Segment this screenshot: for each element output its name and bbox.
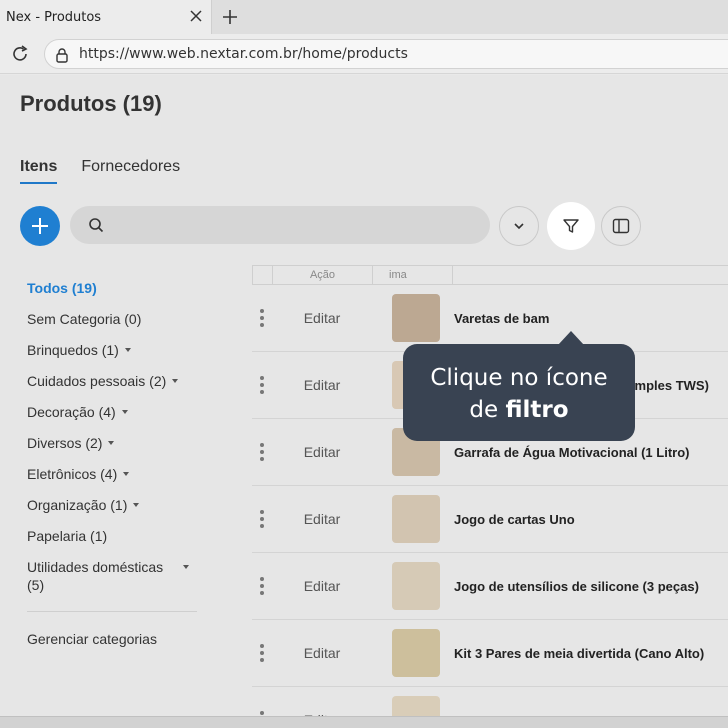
caret-down-icon[interactable] — [183, 565, 189, 569]
lock-icon — [56, 48, 68, 63]
columns-button[interactable] — [601, 206, 641, 246]
header-image: ima — [372, 266, 452, 284]
tooltip-arrow — [558, 331, 584, 345]
tab-itens[interactable]: Itens — [20, 158, 58, 184]
sidebar-category-item[interactable]: Cuidados pessoais (2) — [27, 372, 197, 403]
search-icon — [89, 218, 104, 233]
category-label: Utilidades domésticas (5) — [27, 559, 164, 593]
search-input[interactable] — [114, 206, 474, 244]
browser-tab[interactable]: Nex - Produtos — [0, 0, 212, 34]
product-name[interactable]: Garrafa de Água Motivacional (1 Litro) — [454, 445, 690, 460]
caret-down-icon[interactable] — [172, 379, 179, 383]
filter-tooltip: Clique no ícone de filtro — [403, 344, 635, 441]
dropdown-button[interactable] — [499, 206, 539, 246]
sidebar-category-item[interactable]: Organização (1) — [27, 496, 197, 527]
sidebar-category-item[interactable]: Todos (19) — [27, 279, 197, 310]
sidebar-category-item[interactable]: Utilidades domésticas (5) — [27, 558, 197, 606]
table-row[interactable]: Editar Varetas de bam — [252, 285, 728, 352]
more-options-icon[interactable] — [252, 644, 272, 662]
filter-icon — [563, 219, 579, 233]
product-name[interactable]: Kit 3 Pares de meia divertida (Cano Alto… — [454, 646, 704, 661]
category-label: Sem Categoria (0) — [27, 311, 142, 327]
product-thumbnail — [392, 495, 440, 543]
reload-icon[interactable] — [10, 44, 30, 64]
product-thumbnail — [392, 294, 440, 342]
product-name[interactable]: Jogo de utensílios de silicone (3 peças) — [454, 579, 699, 594]
header-name — [452, 266, 728, 284]
header-action: Ação — [272, 266, 372, 284]
url-text: https://www.web.nextar.com.br/home/produ… — [79, 46, 408, 62]
table-row[interactable]: Editar Kit 3 Pares de meia divertida (Can… — [252, 620, 728, 687]
edit-button[interactable]: Editar — [272, 444, 372, 460]
sidebar-category-item[interactable]: Decoração (4) — [27, 403, 197, 434]
more-options-icon[interactable] — [252, 376, 272, 394]
table-row[interactable]: Editar Jogo de utensílios de silicone (3 … — [252, 553, 728, 620]
sidebar-category-item[interactable]: Brinquedos (1) — [27, 341, 197, 372]
header-select — [252, 266, 272, 284]
browser-tab-bar: Nex - Produtos — [0, 0, 728, 34]
url-field[interactable]: https://www.web.nextar.com.br/home/produ… — [44, 39, 728, 69]
category-label: Eletrônicos (4) — [27, 466, 118, 482]
browser-tab-title: Nex - Produtos — [6, 9, 102, 25]
more-options-icon[interactable] — [252, 577, 272, 595]
plus-icon — [32, 218, 48, 234]
product-thumbnail — [392, 629, 440, 677]
product-name[interactable]: Varetas de bam — [454, 311, 549, 326]
category-label: Diversos (2) — [27, 435, 103, 451]
category-label: Todos (19) — [27, 280, 97, 296]
category-label: Cuidados pessoais (2) — [27, 373, 167, 389]
horizontal-scrollbar[interactable] — [0, 716, 728, 728]
category-sidebar: Todos (19) Sem Categoria (0) Brinquedos (1… — [27, 279, 197, 647]
more-options-icon[interactable] — [252, 443, 272, 461]
edit-button[interactable]: Editar — [272, 310, 372, 326]
more-options-icon[interactable] — [252, 309, 272, 327]
category-label: Decoração (4) — [27, 404, 116, 420]
tooltip-line-2: de filtro — [403, 394, 635, 426]
tooltip-bold-word: filtro — [505, 397, 569, 423]
category-list: Todos (19) Sem Categoria (0) Brinquedos (1… — [27, 279, 197, 606]
category-label: Brinquedos (1) — [27, 342, 119, 358]
caret-down-icon[interactable] — [108, 441, 115, 445]
filter-button[interactable] — [551, 206, 591, 246]
edit-button[interactable]: Editar — [272, 645, 372, 661]
products-table: Ação ima EditarVaretas de bamEditarFone … — [252, 265, 728, 728]
edit-button[interactable]: Editar — [272, 511, 372, 527]
address-bar: https://www.web.nextar.com.br/home/produ… — [0, 34, 728, 74]
sidebar-divider — [27, 611, 197, 612]
category-label: Organização (1) — [27, 497, 128, 513]
caret-down-icon[interactable] — [133, 503, 140, 507]
sidebar-category-item[interactable]: Papelaria (1) — [27, 527, 197, 558]
sidebar-panel-icon — [612, 218, 630, 234]
more-options-icon[interactable] — [252, 510, 272, 528]
plus-icon[interactable] — [220, 7, 240, 27]
page-content: Produtos (19) Itens Fornecedores Todos (… — [0, 75, 728, 728]
table-row[interactable]: Editar Jogo de cartas Uno — [252, 486, 728, 553]
table-header: Ação ima — [252, 265, 728, 285]
chevron-down-icon — [514, 223, 524, 230]
edit-button[interactable]: Editar — [272, 578, 372, 594]
add-product-button[interactable] — [20, 206, 60, 246]
page-tabs: Itens Fornecedores — [20, 158, 180, 184]
sidebar-category-item[interactable]: Eletrônicos (4) — [27, 465, 197, 496]
product-thumbnail — [392, 562, 440, 610]
tab-fornecedores[interactable]: Fornecedores — [81, 158, 180, 184]
sidebar-category-item[interactable]: Sem Categoria (0) — [27, 310, 197, 341]
manage-categories-link[interactable]: Gerenciar categorias — [27, 631, 157, 647]
caret-down-icon[interactable] — [123, 472, 130, 476]
caret-down-icon[interactable] — [124, 348, 131, 352]
sidebar-category-item[interactable]: Diversos (2) — [27, 434, 197, 465]
product-name[interactable]: Jogo de cartas Uno — [454, 512, 575, 527]
close-icon[interactable] — [189, 9, 203, 23]
page-title: Produtos (19) — [20, 91, 162, 116]
caret-down-icon[interactable] — [121, 410, 128, 414]
tooltip-line-1: Clique no ícone — [430, 365, 608, 391]
edit-button[interactable]: Editar — [272, 377, 372, 393]
category-label: Papelaria (1) — [27, 528, 108, 544]
search-bar — [70, 206, 490, 244]
tooltip-prefix: de — [469, 397, 506, 423]
